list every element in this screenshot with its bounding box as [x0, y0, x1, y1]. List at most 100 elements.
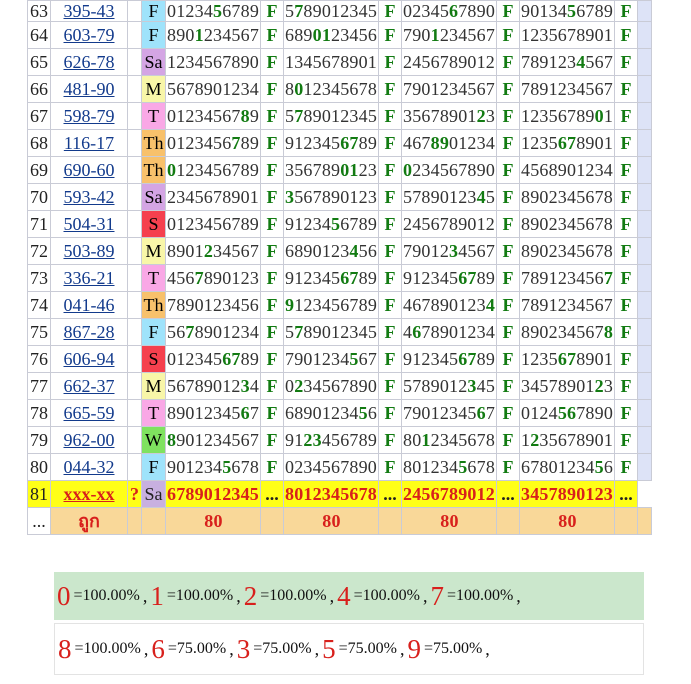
prediction-code-link[interactable]: xxx-xx — [50, 480, 128, 508]
separator: , — [485, 638, 490, 659]
result-code-link[interactable]: 395-43 — [50, 0, 128, 22]
f-mark: F — [614, 264, 638, 292]
f-mark: F — [496, 102, 520, 130]
result-code-link[interactable]: 336-21 — [50, 264, 128, 292]
f-mark: F — [614, 210, 638, 238]
table-row: 76 606-94 S 0123456789 F 7901234567 F 912345678… — [27, 345, 652, 373]
day-badge: M — [141, 372, 166, 400]
blank-cell — [127, 21, 142, 49]
digits-cell: 5789012345 — [283, 0, 379, 22]
digits-cell: 1235678901 — [519, 345, 615, 373]
result-code-link[interactable]: 503-89 — [50, 237, 128, 265]
digits-cell: 8902345678 — [519, 210, 615, 238]
table-row: 75 867-28 F 5678901234 F 5789012345 F 467890123… — [27, 318, 652, 346]
result-code-link[interactable]: 041-46 — [50, 291, 128, 319]
digits-cell: 8902345678 — [519, 318, 615, 346]
digits-cell: 1235678901 — [519, 21, 615, 49]
f-mark: F — [614, 345, 638, 373]
result-code-link[interactable]: 662-37 — [50, 372, 128, 400]
f-mark: F — [614, 183, 638, 211]
blank-cell — [127, 426, 142, 454]
correct-count: 80 — [519, 507, 615, 535]
blank-cell — [127, 345, 142, 373]
separator: , — [399, 638, 405, 659]
result-code-link[interactable]: 116-17 — [50, 129, 128, 157]
correct-count: 80 — [283, 507, 379, 535]
row-number: 74 — [27, 291, 51, 319]
digits-cell: 7891234567 — [519, 291, 615, 319]
result-code-link[interactable]: 626-78 — [50, 48, 128, 76]
separator: , — [422, 585, 428, 606]
row-end — [637, 399, 652, 427]
table-row: 65 626-78 Sa 1234567890 F 1345678901 F 24567890… — [27, 48, 652, 76]
result-code-link[interactable]: 665-59 — [50, 399, 128, 427]
day-badge: Sa — [141, 480, 166, 508]
f-mark: F — [614, 237, 638, 265]
f-mark: F — [496, 21, 520, 49]
digits-cell: 7901234567 — [401, 21, 497, 49]
result-code-link[interactable]: 606-94 — [50, 345, 128, 373]
digits-cell: 9123456789 — [283, 129, 379, 157]
digits-cell: 4567890123 — [165, 264, 261, 292]
f-mark: F — [614, 102, 638, 130]
results-table: 63 395-43 F 0123456789 F 5789012345 F 023456789… — [27, 0, 652, 535]
result-code-link[interactable]: 044-32 — [50, 453, 128, 481]
digits-cell: 7901234567 — [401, 237, 497, 265]
day-badge: T — [141, 264, 166, 292]
result-code-link[interactable]: 481-90 — [50, 75, 128, 103]
f-mark: F — [614, 0, 638, 22]
digit-label: 4 — [337, 580, 351, 611]
day-badge: S — [141, 345, 166, 373]
day-badge: S — [141, 210, 166, 238]
digits-cell: 6890123456 — [283, 21, 379, 49]
result-code-link[interactable]: 867-28 — [50, 318, 128, 346]
f-mark: F — [260, 399, 284, 427]
digits-cell: 8902345678 — [519, 237, 615, 265]
f-mark: F — [496, 75, 520, 103]
f-mark: F — [378, 318, 402, 346]
digit-label: 6 — [151, 633, 165, 664]
f-mark: F — [614, 453, 638, 481]
row-number: 65 — [27, 48, 51, 76]
row-end — [637, 318, 652, 346]
digits-cell: 3457890123 — [519, 480, 615, 508]
percentage-value: =75.00% — [167, 640, 227, 657]
digits-cell: 3567890123 — [283, 156, 379, 184]
row-number: 77 — [27, 372, 51, 400]
result-code-link[interactable]: 593-42 — [50, 183, 128, 211]
f-mark: F — [614, 129, 638, 157]
digits-cell: 9012345678 — [165, 453, 261, 481]
result-code-link[interactable]: 504-31 — [50, 210, 128, 238]
f-mark: F — [260, 237, 284, 265]
blank-cell — [127, 156, 142, 184]
digits-cell: 5678901234 — [165, 318, 261, 346]
day-badge: Sa — [141, 48, 166, 76]
digits-cell: 7901234567 — [283, 345, 379, 373]
table-row: 74 041-46 Th 7890123456 F 9123456789 F 46789012… — [27, 291, 652, 319]
blank-cell — [127, 210, 142, 238]
ellipsis: ... — [614, 480, 638, 508]
separator: , — [229, 638, 234, 659]
digits-cell: 9123456789 — [283, 264, 379, 292]
f-mark: F — [378, 237, 402, 265]
digits-cell: 9013456789 — [519, 0, 615, 22]
row-end — [637, 21, 652, 49]
digit-label: 7 — [430, 580, 444, 611]
result-code-link[interactable]: 690-60 — [50, 156, 128, 184]
f-mark: F — [260, 426, 284, 454]
f-mark: F — [378, 75, 402, 103]
row-number: 70 — [27, 183, 51, 211]
digits-cell: 1234567890 — [165, 48, 261, 76]
table-row: 78 665-59 T 8901234567 F 6890123456 F 790123456… — [27, 399, 652, 427]
digits-cell: 3567890123 — [401, 102, 497, 130]
f-mark: F — [378, 426, 402, 454]
result-code-link[interactable]: 962-00 — [50, 426, 128, 454]
f-mark: F — [496, 0, 520, 22]
result-code-link[interactable]: 603-79 — [50, 21, 128, 49]
result-code-link[interactable]: 598-79 — [50, 102, 128, 130]
row-number: 73 — [27, 264, 51, 292]
blank-cell — [127, 0, 142, 22]
digits-cell: 2345678901 — [165, 183, 261, 211]
row-end — [637, 426, 652, 454]
digits-cell: 0124567890 — [519, 399, 615, 427]
